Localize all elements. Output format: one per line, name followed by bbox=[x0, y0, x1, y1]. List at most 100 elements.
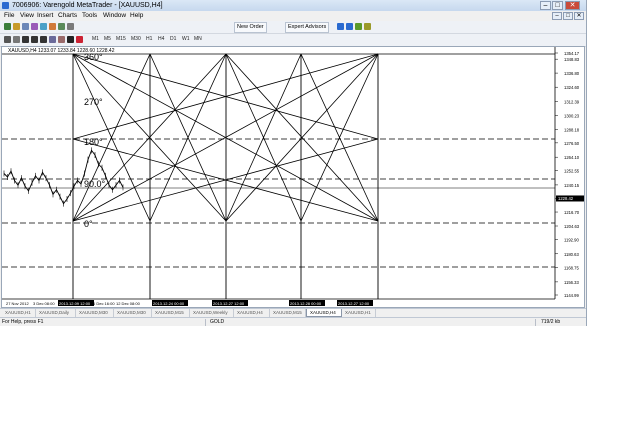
menu-bar: File View Insert Charts Tools Window Hel… bbox=[0, 11, 586, 21]
timeframe-m15[interactable]: M15 bbox=[116, 36, 126, 43]
status-traffic: 719/2 kb bbox=[541, 319, 561, 325]
chart-window[interactable]: XAUUSD,H4 1233.07 1233.84 1228.60 1228.4… bbox=[1, 46, 585, 308]
price-tick-label: 1216.70 bbox=[564, 210, 580, 215]
menu-file[interactable]: File bbox=[4, 12, 14, 20]
cursor-icon[interactable] bbox=[4, 36, 11, 43]
price-tick-label: 1192.90 bbox=[564, 238, 579, 243]
gann-angle-label: 360° bbox=[84, 52, 103, 62]
price-tick-label: 1354.17 bbox=[564, 51, 580, 56]
gann-angle-label: 270° bbox=[84, 97, 103, 107]
profiles-icon[interactable] bbox=[22, 23, 29, 30]
status-bar: For Help, press F1 GOLD 719/2 kb bbox=[0, 317, 586, 326]
expert-advisors-label: Expert Advisors bbox=[288, 24, 327, 30]
time-tick-label: 27 Nov 2012 bbox=[6, 301, 29, 306]
chart-tab[interactable]: XAUUSD,H1 bbox=[2, 309, 36, 317]
price-tick-label: 1348.83 bbox=[564, 57, 580, 62]
chart-tab[interactable]: XAUUSD,M30 bbox=[76, 309, 114, 317]
channel-icon[interactable] bbox=[49, 36, 56, 43]
time-tick-label: 6 Dec 16:00 bbox=[93, 301, 115, 306]
menu-tools[interactable]: Tools bbox=[82, 12, 97, 20]
timeframe-m30[interactable]: M30 bbox=[131, 36, 141, 43]
price-tick-label: 1312.39 bbox=[564, 99, 580, 104]
terminal-icon[interactable] bbox=[58, 23, 65, 30]
time-tick-label: 2013.12.24 00:00 bbox=[153, 301, 185, 306]
fibonacci-icon[interactable] bbox=[58, 36, 65, 43]
status-help: For Help, press F1 bbox=[2, 319, 44, 325]
menu-view[interactable]: View bbox=[20, 12, 34, 20]
time-tick-label: 2013.12.09 12:00 bbox=[59, 301, 91, 306]
data-window-icon[interactable] bbox=[40, 23, 47, 30]
minimize-button[interactable]: – bbox=[540, 1, 551, 10]
time-tick-label: 2013.12.27 12:00 bbox=[213, 301, 245, 306]
chart-zoom-out-icon[interactable] bbox=[346, 23, 353, 30]
timeframe-m1[interactable]: M1 bbox=[92, 36, 99, 43]
chart-tab[interactable]: XAUUSD,M15 bbox=[152, 309, 190, 317]
timeframe-d1[interactable]: D1 bbox=[170, 36, 176, 43]
metatrader-window: 7006906: Varengold MetaTrader - [XAUUSD,… bbox=[0, 0, 587, 326]
chart-tab[interactable]: XAUUSD,H4 bbox=[306, 309, 342, 317]
price-tick-label: 1204.63 bbox=[564, 224, 580, 229]
chart-tab[interactable]: XAUUSD,H1 bbox=[342, 309, 376, 317]
price-series-line bbox=[3, 149, 124, 205]
trendline-icon[interactable] bbox=[40, 36, 47, 43]
gann-angle-label: 90.0° bbox=[84, 179, 106, 189]
status-separator bbox=[535, 319, 536, 326]
price-tick-label: 1156.33 bbox=[564, 280, 579, 285]
price-tick-label: 1168.75 bbox=[564, 266, 579, 271]
arrow-tool-icon[interactable] bbox=[76, 36, 83, 43]
mdi-close-button[interactable]: ✕ bbox=[574, 12, 584, 20]
mdi-restore-button[interactable]: □ bbox=[563, 12, 573, 20]
timeframe-mn[interactable]: MN bbox=[194, 36, 202, 43]
price-tick-label: 1240.15 bbox=[564, 183, 580, 188]
timeframe-w1[interactable]: W1 bbox=[182, 36, 190, 43]
chart-tab[interactable]: XAUUSD,Daily bbox=[36, 309, 76, 317]
open-folder-icon[interactable] bbox=[13, 23, 20, 30]
vertical-line-icon[interactable] bbox=[22, 36, 29, 43]
menu-help[interactable]: Help bbox=[130, 12, 143, 20]
status-profile: GOLD bbox=[210, 319, 225, 325]
menu-window[interactable]: Window bbox=[103, 12, 126, 20]
time-tick-label: 2013.12.28 00:00 bbox=[290, 301, 322, 306]
mdi-minimize-button[interactable]: – bbox=[552, 12, 562, 20]
current-price-label: 1228.42 bbox=[558, 196, 574, 201]
chart-zoom-in-icon[interactable] bbox=[337, 23, 344, 30]
auto-scroll-icon[interactable] bbox=[364, 23, 371, 30]
text-tool-icon[interactable] bbox=[67, 36, 74, 43]
price-tick-label: 1144.99 bbox=[564, 293, 579, 298]
window-title: 7006906: Varengold MetaTrader - [XAUUSD,… bbox=[12, 2, 163, 9]
close-button[interactable]: ✕ bbox=[565, 1, 580, 10]
price-tick-label: 1288.18 bbox=[564, 127, 580, 132]
chart-tab[interactable]: XAUUSD,Weekly bbox=[190, 309, 234, 317]
chart-tab[interactable]: XAUUSD,M15 bbox=[270, 309, 306, 317]
tile-windows-icon[interactable] bbox=[355, 23, 362, 30]
chart-tab[interactable]: XAUUSD,M30 bbox=[114, 309, 152, 317]
gann-chart[interactable]: 1354.171348.83 1336.80 1324.60 1312.39 1300.… bbox=[2, 47, 584, 307]
market-watch-icon[interactable] bbox=[31, 23, 38, 30]
price-tick-label: 1276.50 bbox=[564, 141, 580, 146]
navigator-icon[interactable] bbox=[49, 23, 56, 30]
time-tick-label: 3 Dec 08:00 bbox=[33, 301, 55, 306]
menu-charts[interactable]: Charts bbox=[58, 12, 77, 20]
timeframe-m5[interactable]: M5 bbox=[104, 36, 111, 43]
new-order-button[interactable]: New Order bbox=[234, 22, 267, 33]
new-order-label: New Order bbox=[237, 24, 264, 30]
gann-angle-label: 180° bbox=[84, 137, 103, 147]
price-tick-label: 1300.23 bbox=[564, 113, 580, 118]
horizontal-line-icon[interactable] bbox=[31, 36, 38, 43]
status-separator bbox=[205, 319, 206, 326]
app-icon bbox=[2, 2, 9, 9]
timeframe-h1[interactable]: H1 bbox=[146, 36, 152, 43]
crosshair-icon[interactable] bbox=[13, 36, 20, 43]
price-tick-label: 1324.60 bbox=[564, 85, 580, 90]
gann-angle-label: 0° bbox=[84, 219, 93, 229]
price-tick-label: 1336.80 bbox=[564, 71, 580, 76]
chart-tab[interactable]: XAUUSD,H4 bbox=[234, 309, 270, 317]
tester-icon[interactable] bbox=[67, 23, 74, 30]
menu-insert[interactable]: Insert bbox=[37, 12, 53, 20]
expert-advisors-button[interactable]: Expert Advisors bbox=[285, 22, 330, 33]
restore-button[interactable]: □ bbox=[552, 1, 563, 10]
title-bar[interactable]: 7006906: Varengold MetaTrader - [XAUUSD,… bbox=[0, 0, 586, 11]
timeframe-h4[interactable]: H4 bbox=[158, 36, 164, 43]
new-chart-icon[interactable] bbox=[4, 23, 11, 30]
time-tick-label: 2013.12.27 12:00 bbox=[338, 301, 370, 306]
